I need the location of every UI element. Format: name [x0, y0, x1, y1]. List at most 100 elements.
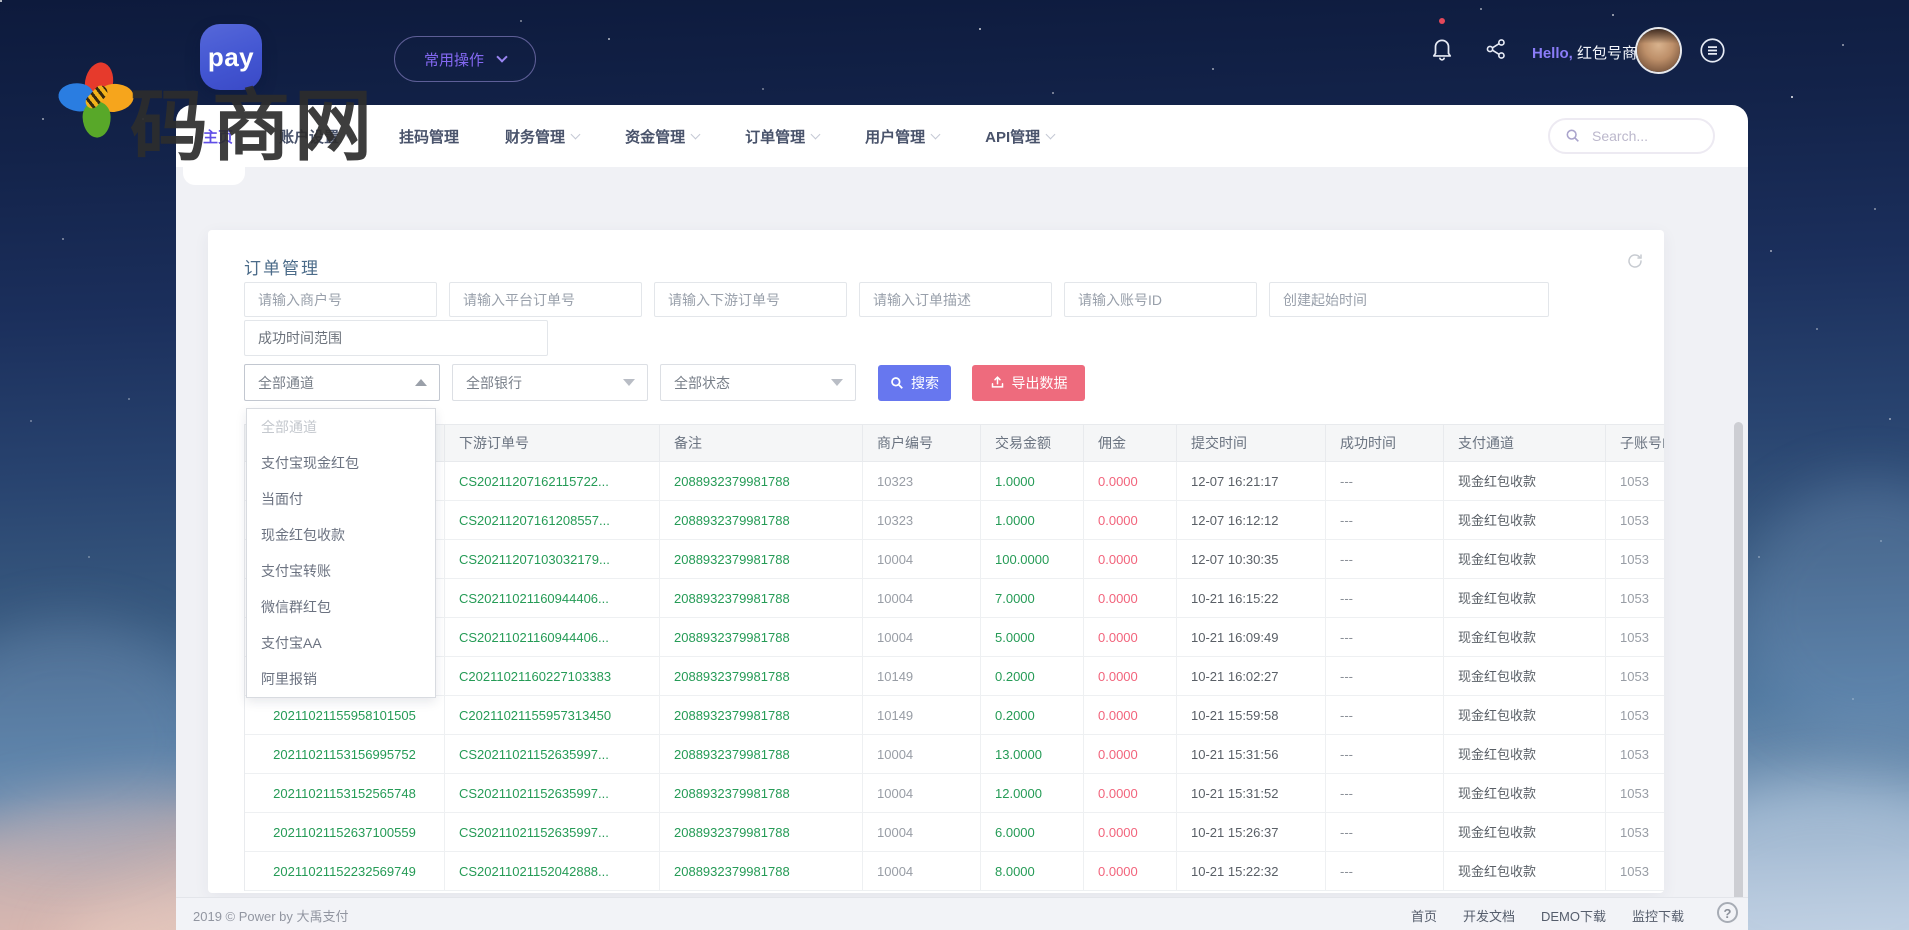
- filter-input-1[interactable]: [449, 282, 642, 317]
- filter-input-3[interactable]: [859, 282, 1052, 317]
- table-cell: 10004: [863, 618, 981, 656]
- table-row[interactable]: 20211021153152565748CS20211021152635997.…: [245, 774, 1664, 813]
- table-cell: 10149: [863, 696, 981, 734]
- nav-item-财务管理[interactable]: 财务管理: [505, 126, 579, 147]
- table-cell: 现金红包收款: [1444, 735, 1606, 773]
- footer-link-监控下载[interactable]: 监控下载: [1632, 906, 1684, 925]
- table-cell: 12-07 16:12:12: [1177, 501, 1326, 539]
- footer-link-开发文档[interactable]: 开发文档: [1463, 906, 1515, 925]
- dropdown-option[interactable]: 支付宝现金红包: [247, 445, 435, 481]
- nav-item-资金管理[interactable]: 资金管理: [625, 126, 699, 147]
- table-header-cell[interactable]: 商户编号: [863, 425, 981, 461]
- menu-icon[interactable]: [1699, 37, 1725, 63]
- quick-actions-button[interactable]: 常用操作: [394, 36, 536, 82]
- dropdown-option[interactable]: 支付宝转账: [247, 553, 435, 589]
- table-header-cell[interactable]: 支付通道: [1444, 425, 1606, 461]
- table-cell: 现金红包收款: [1444, 813, 1606, 851]
- refresh-icon[interactable]: [1626, 252, 1644, 270]
- dropdown-option[interactable]: 支付宝AA: [247, 625, 435, 661]
- table-cell: CS20211021160944406...: [445, 618, 660, 656]
- table-header-cell[interactable]: 下游订单号: [445, 425, 660, 461]
- table-cell: 10-21 16:09:49: [1177, 618, 1326, 656]
- bee-icon: [83, 83, 110, 111]
- nav-item-label: 用户管理: [865, 126, 925, 147]
- table-cell: 2088932379981788: [660, 813, 863, 851]
- table-cell: CS20211021152635997...: [445, 774, 660, 812]
- table-cell: ---: [1326, 813, 1444, 851]
- time-range-input[interactable]: [244, 320, 548, 356]
- search-icon: [1565, 128, 1581, 144]
- table-header-cell[interactable]: 子账号ID: [1606, 425, 1664, 461]
- filter-input-4[interactable]: [1064, 282, 1257, 317]
- table-row[interactable]: CS20211207103032179...208893237998178810…: [245, 540, 1664, 579]
- dropdown-option[interactable]: 全部通道: [247, 409, 435, 445]
- dropdown-option[interactable]: 现金红包收款: [247, 517, 435, 553]
- filter-input-0[interactable]: [244, 282, 437, 317]
- scrollbar-thumb[interactable]: [1734, 422, 1743, 922]
- page-title: 订单管理: [244, 254, 320, 279]
- table-cell: 1053: [1606, 696, 1664, 734]
- nav-item-label: 订单管理: [745, 126, 805, 147]
- help-icon[interactable]: ?: [1717, 902, 1738, 923]
- table-row[interactable]: 20211021153156995752CS20211021152635997.…: [245, 735, 1664, 774]
- app-logo[interactable]: pay: [200, 24, 262, 90]
- table-row[interactable]: C202110211602271033832088932379981788101…: [245, 657, 1664, 696]
- share-icon[interactable]: [1483, 36, 1509, 62]
- table-row[interactable]: CS20211021160944406...208893237998178810…: [245, 618, 1664, 657]
- table-row[interactable]: CS20211207161208557...208893237998178810…: [245, 501, 1664, 540]
- table-cell: 2088932379981788: [660, 462, 863, 500]
- table-row[interactable]: CS20211021160944406...208893237998178810…: [245, 579, 1664, 618]
- table-cell: CS20211021152635997...: [445, 813, 660, 851]
- bank-select[interactable]: 全部银行: [452, 364, 648, 401]
- filter-input-5[interactable]: [1269, 282, 1549, 317]
- username: 红包号商: [1577, 45, 1637, 62]
- table-cell: 0.0000: [1084, 696, 1177, 734]
- dropdown-option[interactable]: 微信群红包: [247, 589, 435, 625]
- channel-select[interactable]: 全部通道: [244, 364, 440, 401]
- table-cell: 0.0000: [1084, 501, 1177, 539]
- table-cell: 10-21 15:31:56: [1177, 735, 1326, 773]
- dropdown-option[interactable]: 阿里报销: [247, 661, 435, 697]
- table-cell: 10-21 16:15:22: [1177, 579, 1326, 617]
- table-row[interactable]: 20211021152232569749CS20211021152042888.…: [245, 852, 1664, 891]
- table-cell: 10323: [863, 462, 981, 500]
- nav-item-挂码管理[interactable]: 挂码管理: [399, 126, 459, 147]
- table-cell: ---: [1326, 735, 1444, 773]
- chevron-down-icon: [931, 129, 941, 139]
- search-box[interactable]: [1548, 118, 1715, 154]
- dropdown-option[interactable]: 当面付: [247, 481, 435, 517]
- export-button[interactable]: 导出数据: [972, 365, 1085, 401]
- search-input[interactable]: [1590, 127, 1700, 145]
- table-cell: ---: [1326, 579, 1444, 617]
- table-header-cell[interactable]: 备注: [660, 425, 863, 461]
- table-header-cell[interactable]: 提交时间: [1177, 425, 1326, 461]
- table-header-cell[interactable]: 成功时间: [1326, 425, 1444, 461]
- search-button[interactable]: 搜索: [878, 365, 951, 401]
- greeting[interactable]: Hello, 红包号商: [1532, 42, 1637, 63]
- filter-input-2[interactable]: [654, 282, 847, 317]
- table-cell: ---: [1326, 852, 1444, 890]
- table-cell: 现金红包收款: [1444, 501, 1606, 539]
- table-row[interactable]: CS20211207162115722...208893237998178810…: [245, 462, 1664, 501]
- nav-item-账户设置[interactable]: 账户设置: [279, 126, 353, 147]
- footer-link-首页[interactable]: 首页: [1411, 906, 1437, 925]
- table-header-cell[interactable]: 交易金额: [981, 425, 1084, 461]
- table-header-cell[interactable]: 佣金: [1084, 425, 1177, 461]
- avatar[interactable]: [1637, 29, 1680, 72]
- table-row[interactable]: 20211021152637100559CS20211021152635997.…: [245, 813, 1664, 852]
- table-cell: 20211021153156995752: [245, 735, 445, 773]
- nav-item-订单管理[interactable]: 订单管理: [745, 126, 819, 147]
- nav-item-用户管理[interactable]: 用户管理: [865, 126, 939, 147]
- table-cell: 1053: [1606, 540, 1664, 578]
- table-cell: 10004: [863, 579, 981, 617]
- table-cell: CS20211021160944406...: [445, 579, 660, 617]
- bell-icon[interactable]: [1429, 36, 1455, 62]
- nav-item-label: 资金管理: [625, 126, 685, 147]
- footer-link-DEMO下载[interactable]: DEMO下载: [1541, 906, 1606, 925]
- nav-item-API管理[interactable]: API管理: [985, 126, 1054, 147]
- table-cell: 2088932379981788: [660, 852, 863, 890]
- table-row[interactable]: 20211021155958101505C2021102115595731345…: [245, 696, 1664, 735]
- status-select[interactable]: 全部状态: [660, 364, 856, 401]
- nav-item-主页[interactable]: 主页: [203, 126, 233, 147]
- table-cell: 现金红包收款: [1444, 540, 1606, 578]
